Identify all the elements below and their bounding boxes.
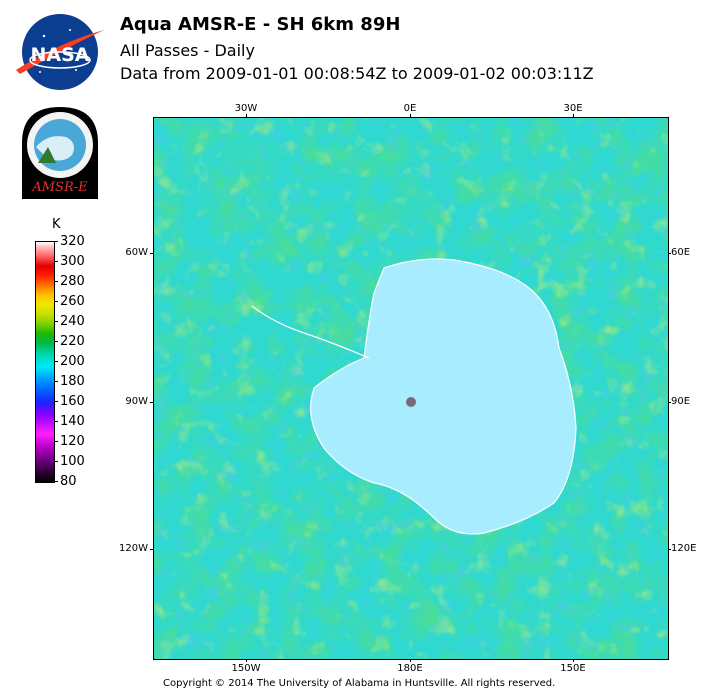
bottom-lon-label: 150W [231, 663, 261, 674]
colorbar-tick [54, 441, 58, 442]
colorbar-tick [54, 321, 58, 322]
colorbar-tick [54, 421, 58, 422]
svg-text:AMSR-E: AMSR-E [31, 180, 88, 195]
nasa-logo-icon: NASA [14, 12, 106, 92]
axis-tick [668, 402, 671, 403]
colorbar-tick [54, 481, 58, 482]
colorbar-tick [54, 401, 58, 402]
colorbar-tick-label: 80 [60, 474, 77, 489]
bottom-lon-label: 150E [560, 663, 586, 674]
axis-tick [573, 659, 574, 662]
axis-tick [150, 549, 153, 550]
page-title: Aqua AMSR-E - SH 6km 89H [120, 14, 401, 35]
copyright-notice: Copyright © 2014 The University of Alaba… [163, 678, 556, 689]
colorbar-tick-label: 180 [60, 374, 85, 389]
colorbar-tick-label: 140 [60, 414, 85, 429]
right-lon-label: 120E [671, 543, 697, 554]
colorbar-tick [54, 361, 58, 362]
colorbar-tick [54, 301, 58, 302]
axis-tick [410, 114, 411, 117]
bottom-lon-label: 180E [397, 663, 423, 674]
axis-tick [668, 549, 671, 550]
colorbar-unit: K [52, 217, 61, 232]
colorbar-tick-label: 220 [60, 334, 85, 349]
date-range: Data from 2009-01-01 00:08:54Z to 2009-0… [120, 64, 594, 83]
colorbar-tick-label: 320 [60, 234, 85, 249]
colorbar-tick [54, 341, 58, 342]
colorbar-tick [54, 461, 58, 462]
pass-subtitle: All Passes - Daily [120, 41, 255, 60]
colorbar-tick-label: 260 [60, 294, 85, 309]
axis-tick [246, 659, 247, 662]
axis-tick [246, 114, 247, 117]
colorbar-tick-label: 240 [60, 314, 85, 329]
colorbar-tick [54, 381, 58, 382]
brightness-temperature-map [153, 117, 669, 660]
colorbar-tick-label: 120 [60, 434, 85, 449]
axis-tick [410, 659, 411, 662]
colorbar-tick-label: 200 [60, 354, 85, 369]
colorbar-tick-label: 300 [60, 254, 85, 269]
colorbar [35, 241, 55, 483]
axis-tick [668, 253, 671, 254]
colorbar-tick-label: 100 [60, 454, 85, 469]
amsr-e-logo-icon: AMSR-E [18, 103, 102, 203]
left-lon-label: 120W [119, 543, 148, 554]
colorbar-tick-label: 160 [60, 394, 85, 409]
left-lon-label: 60W [125, 247, 148, 258]
left-lon-label: 90W [125, 396, 148, 407]
colorbar-tick [54, 281, 58, 282]
pole-hole-marker [406, 397, 416, 407]
top-lon-label: 30E [563, 103, 583, 114]
top-lon-label: 0E [403, 103, 417, 114]
svg-text:NASA: NASA [31, 44, 90, 66]
colorbar-tick [54, 261, 58, 262]
colorbar-tick-label: 280 [60, 274, 85, 289]
right-lon-label: 60E [671, 247, 691, 258]
colorbar-tick [54, 241, 58, 242]
axis-tick [150, 402, 153, 403]
top-lon-label: 30W [234, 103, 258, 114]
axis-tick [573, 114, 574, 117]
axis-tick [150, 253, 153, 254]
right-lon-label: 90E [671, 396, 691, 407]
